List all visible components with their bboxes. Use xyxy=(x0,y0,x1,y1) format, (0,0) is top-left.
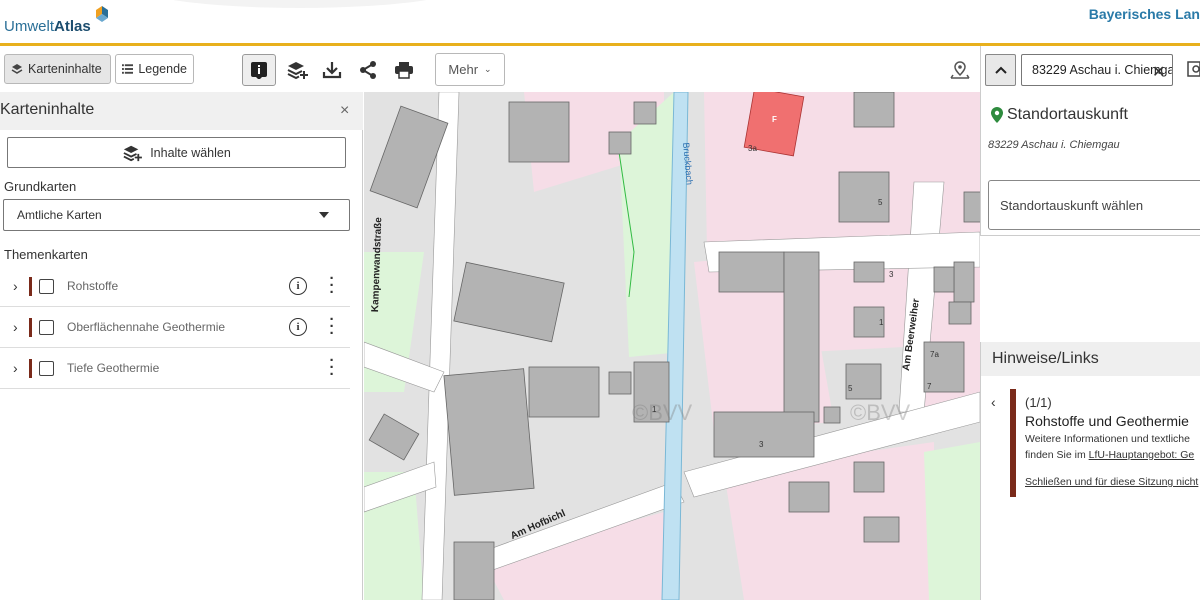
chevron-right-icon[interactable]: › xyxy=(13,319,18,335)
svg-text:F: F xyxy=(772,115,777,124)
header-decoration xyxy=(130,0,470,8)
themenkarten-heading: Themenkarten xyxy=(4,247,88,262)
chevron-up-icon xyxy=(994,66,1007,74)
karteninhalte-label: Karteninhalte xyxy=(28,62,102,76)
close-icon[interactable]: × xyxy=(340,102,349,120)
share-button[interactable] xyxy=(354,56,382,84)
info-circle-icon[interactable]: i xyxy=(289,318,307,336)
hints-panel: Hinweise/Links ‹ (1/1) Rohstoffe und Geo… xyxy=(980,342,1200,600)
umweltatlas-logo[interactable]: UmweltAtlas xyxy=(4,18,91,35)
chevron-right-icon[interactable]: › xyxy=(13,278,18,294)
hint-text-with-link: finden Sie im LfU-Hauptangebot: Ge xyxy=(1025,449,1194,461)
list-icon xyxy=(122,64,134,74)
hints-title: Hinweise/Links xyxy=(981,342,1200,376)
bavarian-authority-name[interactable]: Bayerisches Lan xyxy=(1089,6,1200,22)
chevron-left-icon[interactable]: ‹ xyxy=(991,394,996,410)
sidebar-title: Karteninhalte xyxy=(0,101,95,118)
info-tool-button[interactable] xyxy=(242,54,276,86)
mehr-label: Mehr xyxy=(448,62,479,77)
theme-checkbox[interactable] xyxy=(39,361,54,376)
theme-label[interactable]: Tiefe Geothermie xyxy=(67,361,159,375)
watermark: ©BVV xyxy=(850,400,911,425)
house-number: 7a xyxy=(930,350,939,359)
meadow xyxy=(924,442,980,600)
choose-contents-label: Inhalte wählen xyxy=(150,145,231,160)
choose-contents-button[interactable]: Inhalte wählen xyxy=(7,137,346,168)
add-layers-button[interactable] xyxy=(283,56,311,84)
theme-color-bar xyxy=(29,359,32,378)
logo-suffix: Atlas xyxy=(54,18,91,35)
share-icon xyxy=(360,61,376,79)
house-number: 3 xyxy=(889,270,894,279)
house-number: 1 xyxy=(652,405,657,414)
map-marker-icon xyxy=(991,107,1003,123)
theme-checkbox[interactable] xyxy=(39,320,54,335)
grundkarten-heading: Grundkarten xyxy=(4,179,77,194)
location-tool-button[interactable] xyxy=(946,56,974,84)
app-header: UmweltAtlas Bayerisches Lan xyxy=(0,0,1200,43)
hint-heading: Rohstoffe und Geothermie xyxy=(1025,413,1189,429)
layers-plus-icon xyxy=(123,145,143,161)
map-canvas[interactable]: F Kampenwandstraße Am Beerweiher Am Hofb… xyxy=(364,92,980,600)
hint-card: (1/1) Rohstoffe und Geothermie Weitere I… xyxy=(1010,389,1200,497)
chevron-down-icon: ⌄ xyxy=(484,64,492,74)
print-button[interactable] xyxy=(390,56,418,84)
location-panel: 83229 Aschau i. Chiemgau ✕ Standortausku… xyxy=(980,46,1200,236)
logo-mark-icon xyxy=(96,6,108,22)
watermark: ©BVV xyxy=(632,400,693,425)
sidebar-header: Karteninhalte × xyxy=(0,92,363,130)
legende-button[interactable]: Legende xyxy=(115,54,194,84)
map-location-icon xyxy=(950,61,970,79)
hint-text: Weitere Informationen und textliche xyxy=(1025,433,1190,445)
hint-counter: (1/1) xyxy=(1025,395,1052,410)
theme-color-bar xyxy=(29,277,32,296)
house-number: 7 xyxy=(927,382,932,391)
mehr-dropdown[interactable]: Mehr ⌄ xyxy=(435,53,505,86)
theme-color-bar xyxy=(29,318,32,337)
layer-sidebar: Karteninhalte × Inhalte wählen Grundkart… xyxy=(0,92,363,600)
map-svg: F xyxy=(364,92,980,600)
info-icon xyxy=(251,62,267,79)
location-info-select[interactable]: Standortauskunft wählen xyxy=(988,180,1200,230)
house-number: 5 xyxy=(848,384,853,393)
theme-row-oberflaechennahe-geothermie: › Oberflächennahe Geothermie i · · · xyxy=(0,307,350,348)
location-subtitle: 83229 Aschau i. Chiemgau xyxy=(988,139,1120,151)
layers-plus-icon xyxy=(287,62,308,80)
basemap-select-value: Amtliche Karten xyxy=(17,208,102,222)
more-vertical-icon[interactable]: · · · xyxy=(328,271,336,300)
collapse-button[interactable] xyxy=(985,54,1016,86)
theme-checkbox[interactable] xyxy=(39,279,54,294)
layers-icon xyxy=(11,64,23,74)
download-icon xyxy=(322,62,342,79)
printer-icon xyxy=(395,62,413,79)
location-search-input[interactable]: 83229 Aschau i. Chiemgau xyxy=(1021,54,1173,86)
karteninhalte-button[interactable]: Karteninhalte xyxy=(4,54,111,84)
more-vertical-icon[interactable]: · · · xyxy=(328,312,336,341)
caret-down-icon xyxy=(319,212,329,218)
theme-row-rohstoffe: › Rohstoffe i · · · xyxy=(0,266,350,307)
house-number: 3a xyxy=(748,144,757,153)
hint-text-prefix: finden Sie im xyxy=(1025,449,1089,461)
location-title: Standortauskunft xyxy=(991,106,1128,124)
basemap-select[interactable]: Amtliche Karten xyxy=(3,199,350,231)
theme-label[interactable]: Rohstoffe xyxy=(67,279,118,293)
location-title-text: Standortauskunft xyxy=(1007,106,1128,123)
book-search-icon[interactable] xyxy=(1186,60,1200,78)
chevron-right-icon[interactable]: › xyxy=(13,360,18,376)
logo-prefix: Umwelt xyxy=(4,18,55,35)
house-number: 5 xyxy=(878,198,883,207)
legende-label: Legende xyxy=(138,62,187,76)
theme-row-tiefe-geothermie: › Tiefe Geothermie · · · xyxy=(0,348,350,389)
house-number: 1 xyxy=(879,318,884,327)
download-button[interactable] xyxy=(318,56,346,84)
close-icon[interactable]: ✕ xyxy=(1152,62,1165,82)
info-circle-icon[interactable]: i xyxy=(289,277,307,295)
more-vertical-icon[interactable]: · · · xyxy=(328,353,336,382)
house-number: 3 xyxy=(759,440,764,449)
theme-label[interactable]: Oberflächennahe Geothermie xyxy=(67,320,225,334)
close-session-link[interactable]: Schließen und für diese Sitzung nicht xyxy=(1025,476,1198,488)
lfu-link[interactable]: LfU-Hauptangebot: Ge xyxy=(1089,449,1195,461)
